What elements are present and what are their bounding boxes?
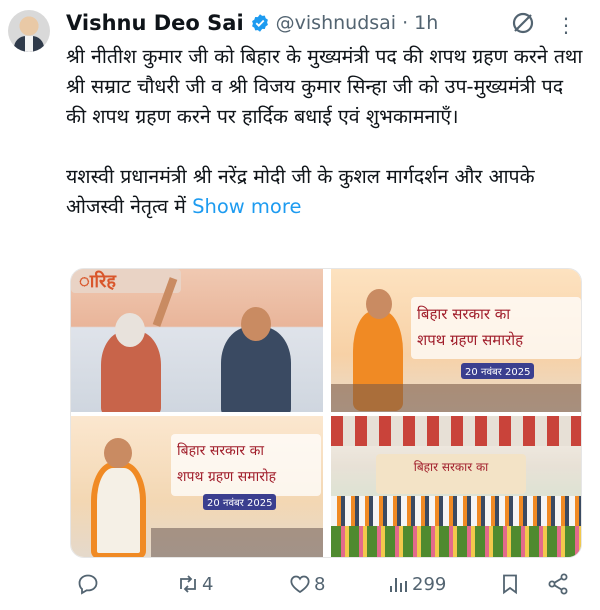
photo-3-banner: बिहार सरकार का शपथ ग्रहण समारोह	[171, 434, 321, 496]
reply-icon	[78, 574, 98, 595]
show-more-link[interactable]: Show more	[192, 195, 301, 218]
tweet-actions: 4 8 299	[70, 570, 585, 602]
photo-2[interactable]: बिहार सरकार का शपथ ग्रहण समारोह 20 नवंबर…	[331, 269, 581, 412]
tweet-paragraph-2: यशस्वी प्रधानमंत्री श्री नरेंद्र मोदी जी…	[66, 162, 586, 222]
photo-2-banner-line2: शपथ ग्रहण समारोह	[417, 331, 524, 349]
author-handle[interactable]: @vishnudsai	[276, 12, 396, 34]
like-count: 8	[314, 573, 326, 595]
photo-4-banner: बिहार सरकार का	[376, 454, 526, 494]
verified-badge-icon	[250, 13, 270, 33]
photo-2-banner: बिहार सरकार का शपथ ग्रहण समारोह	[411, 297, 581, 359]
views-icon	[390, 578, 407, 592]
photo-2-audience	[331, 384, 581, 412]
photo-4-stage-people	[331, 496, 581, 526]
bookmark-icon	[503, 574, 517, 595]
photo-4[interactable]: बिहार सरकार का	[331, 416, 581, 557]
tweet-text: श्री नीतीश कुमार जी को बिहार के मुख्यमंत…	[66, 42, 586, 222]
reply-button[interactable]	[76, 572, 102, 596]
author-name[interactable]: Vishnu Deo Sai	[66, 11, 244, 35]
grok-icon[interactable]	[510, 10, 536, 36]
tweet-time[interactable]: 1h	[414, 12, 438, 34]
more-options-icon[interactable]: ⋮	[556, 13, 577, 37]
photo-3-date: 20 नवंबर 2025	[203, 494, 277, 510]
retweet-button[interactable]: 4	[176, 572, 213, 596]
photo-3-speaker	[91, 462, 146, 557]
photo-3[interactable]: बिहार सरकार का शपथ ग्रहण समारोह 20 नवंबर…	[71, 416, 323, 557]
separator-dot: ·	[402, 12, 409, 34]
photo-2-banner-line1: बिहार सरकार का	[417, 305, 511, 323]
heart-icon	[290, 575, 310, 594]
share-button[interactable]	[546, 572, 570, 596]
media-grid: ारिह बिहार सरकार का शपथ ग्रहण समारोह 20 …	[70, 268, 582, 558]
bookmark-button[interactable]	[498, 572, 522, 596]
photo-1-head-left	[115, 313, 145, 347]
photo-2-date: 20 नवंबर 2025	[461, 363, 535, 379]
share-icon	[548, 573, 568, 595]
retweet-icon	[180, 575, 196, 593]
like-button[interactable]: 8	[288, 572, 325, 596]
photo-3-banner-line2: शपथ ग्रहण समारोह	[177, 469, 277, 485]
views-button[interactable]: 299	[386, 572, 446, 596]
photo-1[interactable]: ारिह	[71, 269, 323, 412]
views-count: 299	[412, 573, 447, 595]
retweet-count: 4	[202, 573, 214, 595]
photo-3-audience	[151, 528, 323, 557]
photo-1-head-right	[241, 307, 271, 341]
photo-3-speaker-head	[104, 438, 132, 468]
photo-4-flowers	[331, 526, 581, 557]
tweet-paragraph-1: श्री नीतीश कुमार जी को बिहार के मुख्यमंत…	[66, 45, 583, 128]
photo-2-speaker-head	[366, 289, 392, 319]
tweet-header: Vishnu Deo Sai @vishnudsai · 1h	[66, 8, 438, 38]
photo-3-banner-line1: बिहार सरकार का	[177, 443, 264, 459]
avatar-shirt	[25, 36, 33, 52]
author-avatar[interactable]	[8, 10, 50, 52]
photo-4-tent	[331, 416, 581, 446]
